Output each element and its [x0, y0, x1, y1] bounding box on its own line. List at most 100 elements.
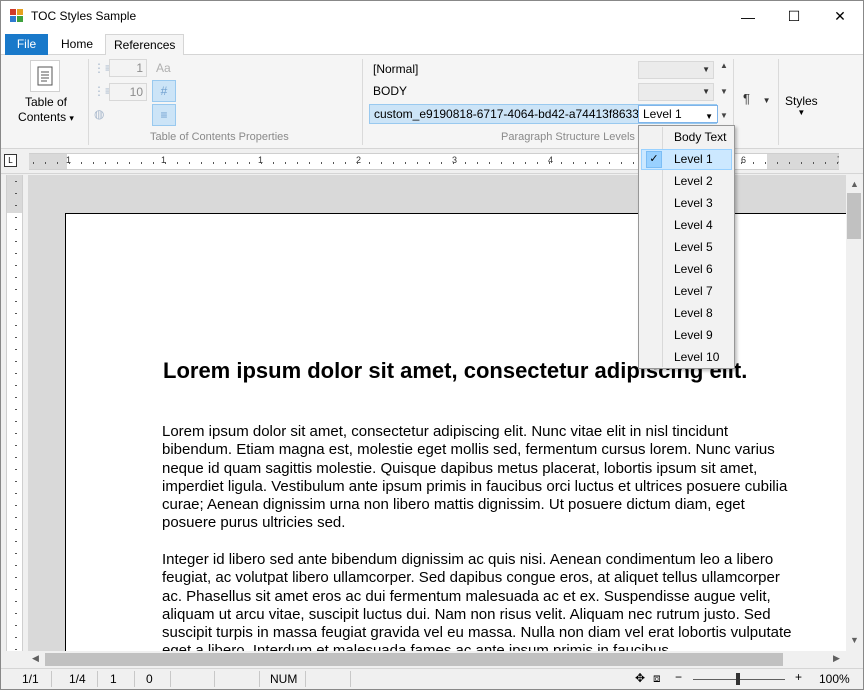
ruler-tick	[141, 162, 142, 164]
ruler-tick	[429, 162, 430, 164]
ruler-tick	[357, 162, 358, 164]
ruler-tick	[777, 162, 778, 164]
ruler-tick	[15, 205, 17, 206]
ruler-tick	[15, 361, 17, 362]
ruler-tick	[93, 162, 94, 164]
level-combo-value: Level 1	[643, 107, 682, 121]
chevron-down-icon: ▼	[702, 87, 710, 96]
ruler-tick	[465, 162, 466, 164]
zoom-in-button[interactable]: +	[795, 670, 802, 684]
ruler-tick	[381, 162, 382, 164]
fit-page-icon[interactable]: ⧈	[653, 671, 661, 686]
ruler-tick	[633, 162, 634, 164]
vertical-scroll-thumb[interactable]	[847, 193, 861, 239]
styles-button-label: Styles	[785, 94, 818, 108]
ruler-tick	[477, 162, 478, 164]
ruler-tick	[15, 229, 17, 230]
tab-file[interactable]: File	[5, 34, 48, 55]
ruler-tick	[765, 162, 766, 164]
ruler-tick	[15, 577, 17, 578]
dropdown-option-level-2[interactable]: Level 2	[641, 171, 732, 192]
zoom-slider-thumb[interactable]	[736, 673, 740, 685]
toc-button-line2: Contents	[18, 110, 67, 124]
level-dropdown-list[interactable]: Body Text ✓ Level 1 Level 2 Level 3 Leve…	[638, 125, 735, 369]
style-level-combo[interactable]: ▼	[638, 83, 714, 101]
tab-stop-selector[interactable]: L	[4, 154, 17, 167]
end-level-input[interactable]: 10	[109, 83, 147, 101]
zoom-out-button[interactable]: −	[675, 670, 682, 684]
dropdown-option-level-3[interactable]: Level 3	[641, 193, 732, 214]
ruler-tick	[15, 325, 17, 326]
scroll-down-icon[interactable]: ▼	[850, 635, 859, 645]
style-level-combo[interactable]: ▼	[638, 61, 714, 79]
dropdown-option-level-5[interactable]: Level 5	[641, 237, 732, 258]
ruler-tick	[15, 529, 17, 530]
table-of-contents-button[interactable]: Table of Contents ▾	[11, 95, 81, 126]
dropdown-option-level-6[interactable]: Level 6	[641, 259, 732, 280]
ruler-tick	[609, 162, 610, 164]
ruler-tick	[15, 457, 17, 458]
ruler-tick	[189, 162, 190, 164]
status-column: 0	[146, 672, 153, 686]
paragraph-structure-group-label: Paragraph Structure Levels	[501, 131, 635, 143]
level-combo[interactable]: Level 1 ▼	[638, 105, 718, 123]
dropdown-option-level-10[interactable]: Level 10	[641, 347, 732, 368]
horizontal-scroll-thumb[interactable]	[45, 653, 783, 666]
dropdown-option-body-text[interactable]: Body Text	[641, 127, 732, 148]
close-button[interactable]: ✕	[817, 1, 863, 32]
dropdown-option-level-8[interactable]: Level 8	[641, 303, 732, 324]
minimize-button[interactable]: —	[725, 1, 771, 32]
horizontal-scrollbar[interactable]: ◀ ▶	[28, 651, 846, 668]
scroll-left-icon[interactable]: ◀	[32, 653, 39, 664]
scroll-right-icon[interactable]: ▶	[833, 653, 840, 664]
ruler-tick	[513, 162, 514, 164]
ruler-tick	[15, 433, 17, 434]
ruler-tick	[15, 265, 17, 266]
tab-references[interactable]: References	[105, 34, 185, 56]
styles-button[interactable]: Styles ▼	[785, 94, 818, 117]
hash-toggle-button[interactable]: #	[152, 80, 176, 102]
ruler-tick	[321, 162, 322, 164]
ruler-tick	[15, 349, 17, 350]
dropdown-option-level-9[interactable]: Level 9	[641, 325, 732, 346]
ruler-tick	[15, 409, 17, 410]
maximize-button[interactable]: ☐	[771, 1, 817, 32]
dropdown-option-level-7[interactable]: Level 7	[641, 281, 732, 302]
vertical-scrollbar[interactable]: ▲ ▼	[846, 175, 863, 651]
toc-properties-group-label: Table of Contents Properties	[150, 131, 289, 143]
ruler-tick	[15, 649, 17, 650]
ruler-tick	[789, 162, 790, 164]
ruler-tick	[213, 162, 214, 164]
vertical-ruler	[1, 175, 28, 651]
status-section: 1/4	[69, 672, 86, 686]
gallery-scroll-down-icon[interactable]: ▼	[720, 87, 728, 96]
dropdown-option-level-1[interactable]: ✓ Level 1	[641, 149, 732, 170]
move-icon[interactable]: ✥	[635, 671, 645, 685]
document-paragraph[interactable]: Integer id libero sed ante bibendum dign…	[162, 551, 792, 651]
ruler-tick	[45, 162, 46, 164]
ruler-tick	[345, 162, 346, 164]
tab-home[interactable]: Home	[53, 34, 101, 55]
gallery-scroll-up-icon[interactable]: ▲	[720, 61, 728, 70]
ruler-tick	[405, 162, 406, 164]
ruler-tick	[15, 541, 17, 542]
ruler-tick	[249, 162, 250, 164]
indent-toggle-button[interactable]: ≡	[152, 104, 176, 126]
ruler-tick	[549, 162, 550, 164]
group-separator	[362, 59, 363, 145]
group-separator	[88, 59, 89, 145]
show-formatting-button[interactable]: ¶ ▼	[743, 91, 771, 106]
document-paragraph[interactable]: Lorem ipsum dolor sit amet, consectetur …	[162, 423, 792, 533]
ruler-tick	[33, 162, 34, 164]
start-level-input[interactable]: 1	[109, 59, 147, 77]
table-of-contents-icon[interactable]	[30, 60, 60, 92]
scroll-up-icon[interactable]: ▲	[850, 179, 859, 189]
ruler-tick	[285, 162, 286, 164]
app-window: TOC Styles Sample — ☐ ✕ File Home Refere…	[0, 0, 864, 690]
ruler-tick	[15, 565, 17, 566]
ruler-tick	[753, 162, 754, 164]
dropdown-option-level-4[interactable]: Level 4	[641, 215, 732, 236]
ruler-tick	[69, 162, 70, 164]
ruler-tick	[15, 289, 17, 290]
gallery-expand-icon[interactable]: ▼	[720, 111, 728, 120]
